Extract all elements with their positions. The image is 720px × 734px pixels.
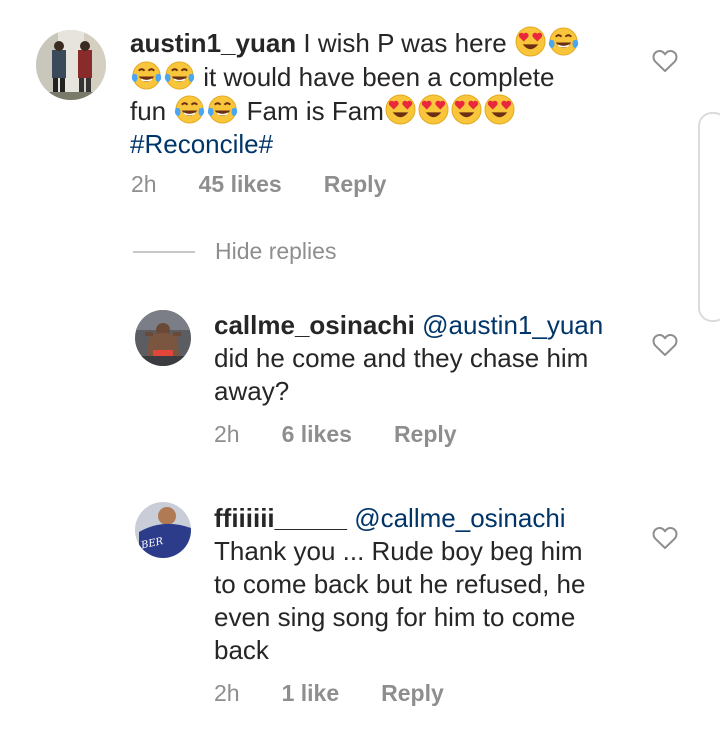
comment-text: austin1_yuan I wish P was here it would … <box>130 26 600 161</box>
comment-username[interactable]: ffiiiiii_____ <box>214 503 347 533</box>
mention-link[interactable]: @callme_osinachi <box>354 503 565 533</box>
hide-replies-toggle[interactable]: Hide replies <box>133 238 336 265</box>
tears-of-joy-emoji <box>207 94 238 125</box>
avatar[interactable]: BER <box>135 502 191 558</box>
hashtag-link[interactable]: #Reconcile# <box>130 129 273 159</box>
tears-of-joy-emoji <box>548 26 579 57</box>
comment-text-part: fun <box>130 96 167 126</box>
tears-of-joy-emoji <box>164 60 195 91</box>
comment-meta: 2h 45 likes Reply <box>131 171 386 198</box>
reply-button[interactable]: Reply <box>381 680 444 707</box>
likes-count[interactable]: 6 likes <box>282 421 352 448</box>
heart-eyes-emoji <box>418 94 449 125</box>
comment-text: callme_osinachi @austin1_yuan did he com… <box>214 309 634 408</box>
likes-count[interactable]: 1 like <box>282 680 340 707</box>
reply-button[interactable]: Reply <box>324 171 387 198</box>
comment-line: away? <box>214 376 290 406</box>
comment-time: 2h <box>214 680 240 706</box>
comment-line: back <box>214 635 269 665</box>
comment-meta: 2h 6 likes Reply <box>214 421 457 448</box>
comment-username[interactable]: callme_osinachi <box>214 310 415 340</box>
comment-text: ffiiiiii_____ @callme_osinachi Thank you… <box>214 502 634 667</box>
comment-line: even sing song for him to come <box>214 602 576 632</box>
comment-meta: 2h 1 like Reply <box>214 680 444 707</box>
comment-line: Thank you ... Rude boy beg him <box>214 536 583 566</box>
like-heart-icon[interactable] <box>652 49 678 73</box>
heart-eyes-emoji <box>385 94 416 125</box>
comment-username[interactable]: austin1_yuan <box>130 28 296 58</box>
comment-text-part: I wish P was here <box>303 28 507 58</box>
like-heart-icon[interactable] <box>652 333 678 357</box>
comment-line: did he come and they chase him <box>214 343 589 373</box>
comment-time: 2h <box>131 171 157 197</box>
like-heart-icon[interactable] <box>652 526 678 550</box>
likes-count[interactable]: 45 likes <box>199 171 282 198</box>
comment-line: to come back but he refused, he <box>214 569 586 599</box>
tears-of-joy-emoji <box>131 60 162 91</box>
divider <box>133 250 195 253</box>
avatar[interactable] <box>36 30 106 100</box>
comment-text-part: Fam is Fam <box>246 96 384 126</box>
avatar[interactable] <box>135 310 191 366</box>
heart-eyes-emoji <box>451 94 482 125</box>
heart-eyes-emoji <box>515 26 546 57</box>
tears-of-joy-emoji <box>174 94 205 125</box>
comment-time: 2h <box>214 421 240 447</box>
mention-link[interactable]: @austin1_yuan <box>422 310 603 340</box>
comment-text-part: it would have been a complete <box>203 62 555 92</box>
hide-replies-label[interactable]: Hide replies <box>215 238 336 265</box>
heart-eyes-emoji <box>484 94 515 125</box>
reply-button[interactable]: Reply <box>394 421 457 448</box>
scroll-edge-indicator <box>698 112 720 322</box>
